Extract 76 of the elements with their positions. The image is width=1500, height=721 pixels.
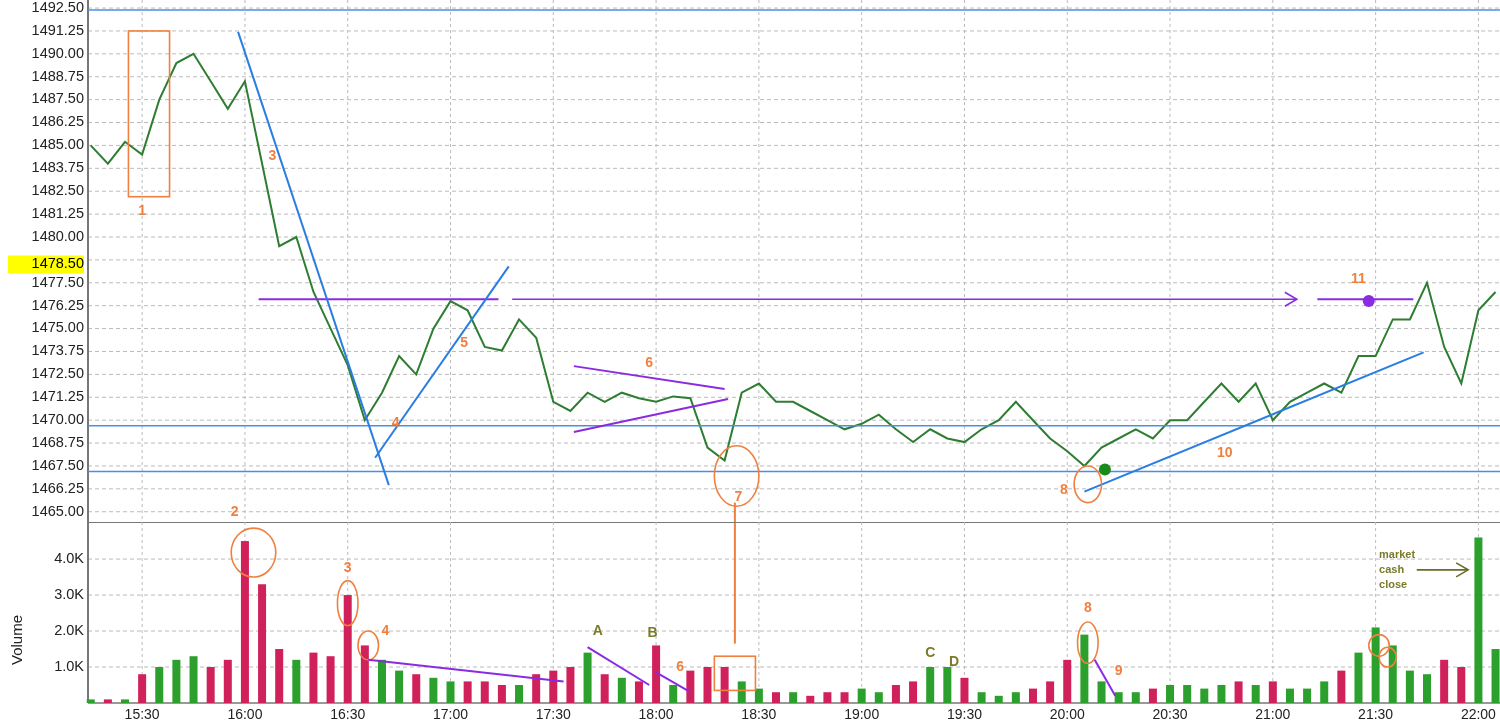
axis-title: Volume bbox=[8, 615, 25, 665]
annotation-ellipse bbox=[1367, 633, 1391, 657]
axis-label: 17:30 bbox=[535, 705, 571, 721]
axis-label: 21:30 bbox=[1358, 705, 1394, 721]
axis-label: 1472.50 bbox=[31, 365, 84, 382]
axis-label: 19:00 bbox=[844, 705, 880, 721]
axis-label: 20:30 bbox=[1152, 705, 1188, 721]
annotation-label: C bbox=[925, 643, 936, 660]
annotation-label: 5 bbox=[460, 333, 469, 350]
annotation-label: 4 bbox=[381, 621, 390, 638]
axis-label: 1492.50 bbox=[31, 0, 84, 15]
axis-label: 17:00 bbox=[433, 705, 469, 721]
marker-dot bbox=[1362, 295, 1375, 308]
annotation-label: 2 bbox=[230, 502, 239, 519]
annotation-rectangle bbox=[713, 655, 757, 692]
annotation-label: 1 bbox=[138, 202, 147, 219]
axis-label: 1486.25 bbox=[31, 113, 84, 130]
annotation-label: 3 bbox=[268, 147, 277, 164]
axis-label: 1490.00 bbox=[31, 44, 84, 61]
annotation-label: 9 bbox=[1114, 661, 1123, 678]
arrow bbox=[1415, 562, 1470, 578]
axis-label: 1476.25 bbox=[31, 296, 84, 313]
annotation-ellipse bbox=[1378, 646, 1397, 668]
annotation-label: B bbox=[647, 623, 658, 640]
annotation-label: market cash close bbox=[1379, 548, 1416, 591]
annotation-label: 8 bbox=[1059, 480, 1068, 497]
axis-label: 1491.25 bbox=[31, 21, 84, 38]
axis-label: 20:00 bbox=[1049, 705, 1085, 721]
annotation-label: 11 bbox=[1351, 269, 1366, 286]
axis-label: 1465.00 bbox=[31, 502, 84, 519]
axis-label: 16:30 bbox=[330, 705, 366, 721]
axis-label: 16:00 bbox=[227, 705, 263, 721]
axis-label: 1477.50 bbox=[31, 273, 84, 290]
axis-label: 4.0K bbox=[54, 549, 84, 566]
axis-label: 1.0K bbox=[54, 657, 84, 674]
annotation-label: 3 bbox=[343, 558, 352, 575]
axis-label: 1488.75 bbox=[31, 67, 84, 84]
axis-label: 1475.00 bbox=[31, 319, 84, 336]
annotation-ellipse bbox=[1073, 465, 1103, 504]
trend-line bbox=[586, 646, 651, 686]
annotation-label: 8 bbox=[1083, 598, 1092, 615]
axis-label: 15:30 bbox=[124, 705, 160, 721]
annotation-ellipse bbox=[713, 445, 760, 508]
axis-label: 1482.50 bbox=[31, 182, 84, 199]
trend-line bbox=[655, 671, 692, 694]
axis-label: 2.0K bbox=[54, 621, 84, 638]
annotation-label: 7 bbox=[734, 487, 743, 504]
annotation-label: 6 bbox=[645, 354, 654, 371]
axis-label: 1485.00 bbox=[31, 136, 84, 153]
axis-label: 1470.00 bbox=[31, 411, 84, 427]
annotation-ellipse bbox=[230, 527, 277, 578]
axis-label: 18:00 bbox=[638, 705, 674, 721]
axis-label: 1471.25 bbox=[31, 388, 84, 405]
axis-label: 1473.75 bbox=[31, 342, 84, 359]
axis-label: 1481.25 bbox=[31, 204, 84, 221]
axis-label: 18:30 bbox=[741, 705, 777, 721]
axis-label: 19:30 bbox=[946, 705, 982, 721]
annotation-ellipse bbox=[336, 579, 359, 627]
axis-label: 22:00 bbox=[1460, 705, 1496, 721]
marker-dot bbox=[1098, 463, 1111, 476]
axis-label: 1467.50 bbox=[31, 456, 84, 473]
annotation-label: 6 bbox=[676, 657, 684, 674]
trend-line bbox=[1093, 658, 1117, 697]
axis-label: 1468.75 bbox=[31, 433, 84, 450]
axis-label: 3.0K bbox=[54, 585, 84, 602]
axis-label: 1480.00 bbox=[31, 227, 84, 244]
annotation-label: D bbox=[949, 652, 960, 669]
axis-label: 21:00 bbox=[1255, 705, 1291, 721]
annotation-label: 10 bbox=[1217, 443, 1233, 460]
axis-label: 1483.75 bbox=[31, 159, 84, 176]
price-marker: 1478.50 bbox=[8, 255, 84, 274]
axis-label: 1466.25 bbox=[31, 479, 84, 496]
annotation-label: A bbox=[592, 621, 603, 638]
annotation-ellipse bbox=[357, 630, 380, 661]
annotation-ellipse bbox=[1076, 621, 1099, 665]
axis-label: 1487.50 bbox=[31, 90, 84, 107]
